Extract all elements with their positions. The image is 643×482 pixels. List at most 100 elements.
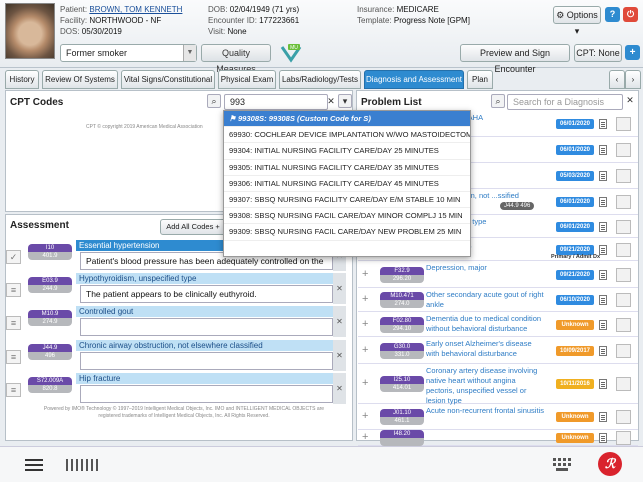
barcode-icon[interactable]: [66, 459, 102, 471]
document-icon[interactable]: [599, 345, 607, 356]
remove-icon[interactable]: ✕: [333, 273, 346, 304]
power-icon[interactable]: ⏻: [623, 7, 638, 22]
problem-name[interactable]: Acute non-recurrent frontal sinusitis: [426, 406, 544, 416]
document-icon[interactable]: [599, 221, 607, 232]
document-icon[interactable]: [599, 244, 607, 255]
problem-name[interactable]: Dementia due to medical condition withou…: [426, 314, 544, 334]
tab-labs-radiology[interactable]: Labs/Radiology/Tests: [279, 70, 361, 89]
dropdown-item[interactable]: 99307: SBSQ NURSING FACILITY CARE/DAY E/…: [224, 192, 470, 209]
add-icon[interactable]: +: [362, 268, 368, 280]
keypad-icon[interactable]: [553, 458, 571, 472]
search-icon[interactable]: ⌕: [207, 94, 221, 108]
dropdown-item[interactable]: 99305: INITIAL NURSING FACILITY CARE/DAY…: [224, 160, 470, 176]
menu-icon[interactable]: [25, 459, 43, 471]
diagnosis-name[interactable]: Chronic airway obstruction, not elsewher…: [76, 340, 333, 351]
row-menu-icon[interactable]: [616, 343, 631, 358]
cpt-status-button[interactable]: CPT: None: [574, 44, 622, 62]
diagnosis-name[interactable]: Hip fracture: [76, 373, 333, 384]
add-icon[interactable]: +: [362, 344, 368, 356]
drag-handle-icon[interactable]: ≡: [6, 383, 21, 397]
smoking-status-select[interactable]: Former smoker ▼: [60, 44, 197, 62]
problem-row[interactable]: + I25.10 414.01 Coronary artery disease inv…: [358, 364, 638, 406]
remove-icon[interactable]: ✕: [333, 373, 346, 404]
document-icon[interactable]: [599, 295, 607, 305]
row-menu-icon[interactable]: [616, 410, 631, 424]
document-icon[interactable]: [599, 412, 607, 422]
assessment-note-input[interactable]: The patient appears to be clinically eut…: [80, 285, 333, 303]
cpt-search-input[interactable]: 993: [224, 94, 328, 110]
tab-plan[interactable]: Plan: [467, 70, 493, 89]
dropdown-item[interactable]: ⚑ 99308S: 99308S (Custom Code for S): [224, 111, 470, 128]
add-all-codes-button[interactable]: Add All Codes +: [160, 219, 226, 235]
problem-row[interactable]: + G30.0 331.0 Early onset Alzheimer's disea…: [358, 337, 638, 364]
row-menu-icon[interactable]: [616, 267, 631, 282]
clear-icon[interactable]: ✕: [324, 95, 338, 109]
document-icon[interactable]: [599, 197, 607, 207]
dropdown-item[interactable]: 99304: INITIAL NURSING FACILITY CARE/DAY…: [224, 143, 470, 160]
drag-handle-icon[interactable]: ≡: [6, 283, 21, 297]
row-menu-icon[interactable]: [616, 169, 631, 183]
tab-physical-exam[interactable]: Physical Exam: [218, 70, 276, 89]
chevron-down-icon[interactable]: ▾: [338, 94, 352, 108]
row-menu-icon[interactable]: [616, 143, 631, 157]
add-icon[interactable]: +: [362, 410, 368, 422]
problem-name[interactable]: Coronary artery disease involving native…: [426, 366, 544, 406]
document-icon[interactable]: [599, 269, 607, 280]
add-icon[interactable]: +: [362, 318, 368, 330]
assessment-note-input[interactable]: [80, 352, 333, 370]
check-icon[interactable]: ✓: [6, 250, 21, 264]
row-menu-icon[interactable]: [616, 293, 631, 307]
row-menu-icon[interactable]: [616, 377, 631, 391]
options-button[interactable]: ⚙ Options ▾: [553, 6, 601, 36]
add-icon[interactable]: +: [362, 377, 368, 389]
meaningful-use-icon[interactable]: MU: [280, 43, 302, 63]
preview-sign-button[interactable]: Preview and Sign Encounter: [460, 44, 570, 74]
problem-row[interactable]: + J01.10 461.1 Acute non-recurrent frontal …: [358, 404, 638, 430]
row-menu-icon[interactable]: [616, 219, 631, 234]
add-icon[interactable]: +: [362, 431, 368, 443]
diagnosis-search-input[interactable]: Search for a Diagnosis: [507, 94, 623, 110]
tab-history[interactable]: History: [5, 70, 39, 89]
row-menu-icon[interactable]: [616, 317, 631, 332]
quality-measures-button[interactable]: Quality Measures: [201, 44, 271, 74]
row-menu-icon[interactable]: [616, 195, 631, 209]
document-icon[interactable]: [599, 379, 607, 389]
add-icon[interactable]: +: [362, 293, 368, 305]
diagnosis-name[interactable]: Controlled gout: [76, 306, 333, 317]
problem-row[interactable]: + M10.471 274.0 Other secondary acute gout …: [358, 288, 638, 312]
document-icon[interactable]: [599, 319, 607, 330]
dropdown-item[interactable]: 99308: SBSQ NURSING FACIL CARE/DAY MINOR…: [224, 208, 470, 225]
help-icon[interactable]: ?: [605, 7, 620, 22]
search-icon[interactable]: ⌕: [491, 94, 505, 108]
problem-name[interactable]: Early onset Alzheimer's disease with beh…: [426, 339, 544, 359]
add-icon[interactable]: +: [625, 45, 640, 60]
problem-row[interactable]: + F02.80 294.10 Dementia due to medical con…: [358, 312, 638, 337]
clear-icon[interactable]: ✕: [623, 94, 637, 108]
drag-handle-icon[interactable]: ≡: [6, 316, 21, 330]
dropdown-item[interactable]: 99306: INITIAL NURSING FACILITY CARE/DAY…: [224, 176, 470, 192]
document-icon[interactable]: [599, 119, 607, 129]
tab-vital-signs[interactable]: Vital Signs/Constitutional: [121, 70, 215, 89]
problem-name[interactable]: Depression, major: [426, 263, 544, 273]
tab-prev-arrow[interactable]: ‹: [609, 70, 625, 89]
row-menu-icon[interactable]: [616, 117, 631, 131]
dropdown-item[interactable]: 99309: SBSQ NURSING FACIL CARE/DAY NEW P…: [224, 224, 470, 241]
problem-name[interactable]: Other secondary acute gout of right ankl…: [426, 290, 544, 310]
drag-handle-icon[interactable]: ≡: [6, 350, 21, 364]
tab-next-arrow[interactable]: ›: [625, 70, 641, 89]
problem-row[interactable]: + F32.9 296.20 Depression, major 09/21/2020: [358, 261, 638, 288]
document-icon[interactable]: [599, 171, 607, 181]
app-logo-icon[interactable]: ℛ: [598, 452, 622, 476]
problem-row[interactable]: + I48.20 Unknown: [358, 430, 638, 446]
row-menu-icon[interactable]: [616, 242, 631, 257]
diagnosis-name[interactable]: Hypothyroidism, unspecified type: [76, 273, 333, 284]
document-icon[interactable]: [599, 433, 607, 443]
dropdown-item[interactable]: 69930: COCHLEAR DEVICE IMPLANTATION W/WO…: [224, 127, 470, 144]
remove-icon[interactable]: ✕: [333, 340, 346, 371]
document-icon[interactable]: [599, 145, 607, 155]
row-menu-icon[interactable]: [616, 431, 631, 445]
assessment-note-input[interactable]: [80, 318, 333, 336]
assessment-note-input[interactable]: [80, 385, 333, 403]
patient-name-link[interactable]: BROWN, TOM KENNETH: [89, 5, 182, 14]
tab-review-of-systems[interactable]: Review Of Systems: [42, 70, 118, 89]
